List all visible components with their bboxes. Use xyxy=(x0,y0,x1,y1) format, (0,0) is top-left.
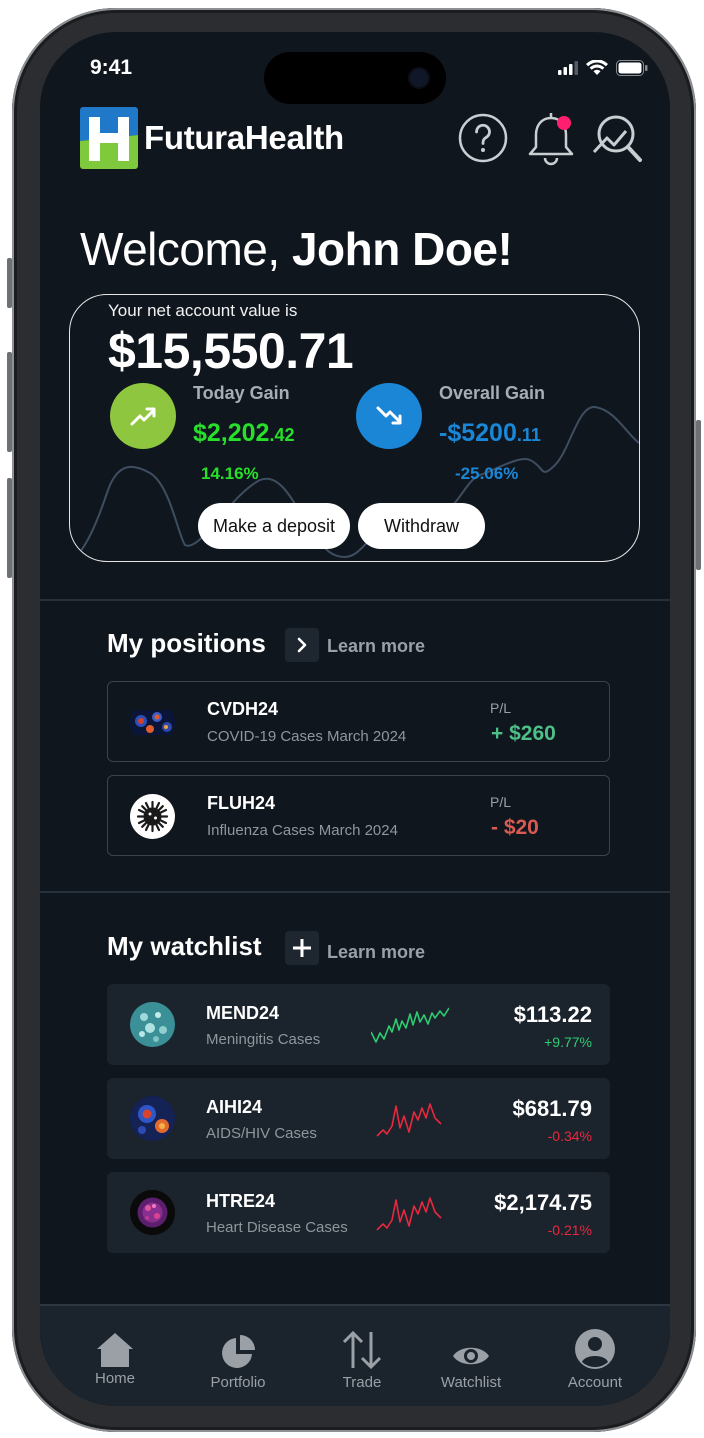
position-pl-label: P/L xyxy=(490,794,512,810)
watch-change: -0.21% xyxy=(547,1222,592,1238)
tab-label: Watchlist xyxy=(440,1374,502,1391)
watch-description: AIDS/HIV Cases xyxy=(206,1125,317,1142)
position-pl-label: P/L xyxy=(490,700,512,716)
net-value-label: Your net account value is xyxy=(108,301,298,320)
position-description: Influenza Cases March 2024 xyxy=(207,822,398,839)
tab-trade[interactable]: Trade xyxy=(317,1330,407,1391)
positions-open-button[interactable] xyxy=(285,628,319,662)
influenza-virus-icon xyxy=(130,794,175,839)
home-icon xyxy=(97,1333,133,1367)
power-button xyxy=(696,420,701,570)
watch-ticker: AIHI24 xyxy=(206,1097,263,1117)
covid-virus-thumbnail xyxy=(130,700,175,745)
tab-label: Trade xyxy=(342,1374,382,1391)
make-deposit-button[interactable]: Make a deposit xyxy=(198,503,350,549)
heart-disease-thumbnail xyxy=(130,1190,175,1235)
arrows-up-down-icon xyxy=(342,1330,382,1370)
signal-icon xyxy=(558,61,578,75)
overall-gain-amount: -$5200.11 xyxy=(439,419,541,448)
tab-watchlist[interactable]: Watchlist xyxy=(426,1330,516,1391)
tab-label: Home xyxy=(94,1370,135,1387)
overall-gain-cents: .11 xyxy=(516,425,541,445)
welcome-user-name: John Doe! xyxy=(291,223,513,275)
status-icons xyxy=(558,60,648,76)
position-card[interactable]: FLUH24 Influenza Cases March 2024 P/L - … xyxy=(107,775,610,856)
overall-gain-percent: -25.06% xyxy=(455,464,519,483)
battery-icon xyxy=(616,60,648,76)
trending-up-icon xyxy=(130,407,156,426)
pie-chart-icon xyxy=(222,1335,255,1368)
watch-price: $2,174.75 xyxy=(494,1190,592,1215)
camera-icon xyxy=(410,69,428,87)
position-pl-value: + $260 xyxy=(491,722,556,745)
tab-label: Account xyxy=(567,1374,623,1391)
positions-title: My positions xyxy=(107,628,266,658)
watchlist-item[interactable]: AIHI24 AIDS/HIV Cases $681.79 -0.34% xyxy=(107,1078,610,1159)
plus-icon xyxy=(293,939,311,957)
position-ticker: CVDH24 xyxy=(207,699,279,719)
account-summary-card: Your net account value is $15,550.71 Tod… xyxy=(69,294,640,562)
today-gain-cents: .42 xyxy=(269,425,295,445)
sparkline-chart xyxy=(376,1103,442,1137)
volume-down-button xyxy=(7,478,12,578)
eye-icon xyxy=(453,1347,489,1365)
futurahealth-logo xyxy=(80,107,138,169)
welcome-heading: Welcome, John Doe! xyxy=(80,222,513,276)
sparkline-chart xyxy=(371,1007,449,1043)
today-gain-title: Today Gain xyxy=(193,383,290,403)
watch-change: +9.77% xyxy=(544,1034,592,1050)
position-ticker: FLUH24 xyxy=(207,793,276,813)
watchlist-learn-more-link[interactable]: Learn more xyxy=(327,942,425,963)
watchlist-add-button[interactable] xyxy=(285,931,319,965)
watchlist-title: My watchlist xyxy=(107,931,262,961)
overall-gain-dollars: -$5200 xyxy=(439,419,517,447)
volume-up-button xyxy=(7,352,12,452)
watch-ticker: MEND24 xyxy=(206,1003,280,1023)
watch-description: Heart Disease Cases xyxy=(206,1219,348,1236)
watch-change: -0.34% xyxy=(547,1128,592,1144)
section-divider xyxy=(40,599,670,601)
overall-gain-badge xyxy=(356,383,422,449)
meningitis-bacteria-thumbnail xyxy=(130,1002,175,1047)
watch-ticker: HTRE24 xyxy=(206,1191,276,1211)
section-divider xyxy=(40,891,670,893)
hiv-virus-thumbnail xyxy=(130,1096,175,1141)
tab-portfolio[interactable]: Portfolio xyxy=(193,1330,283,1391)
positions-learn-more-link[interactable]: Learn more xyxy=(327,636,425,657)
position-card[interactable]: CVDH24 COVID-19 Cases March 2024 P/L + $… xyxy=(107,681,610,762)
status-time: 9:41 xyxy=(90,56,133,79)
today-gain-dollars: $2,202 xyxy=(193,419,270,447)
watch-price: $113.22 xyxy=(513,1002,592,1027)
user-circle-icon xyxy=(575,1329,615,1369)
sparkline-chart xyxy=(376,1197,442,1231)
action-button xyxy=(7,258,12,308)
position-description: COVID-19 Cases March 2024 xyxy=(207,728,407,745)
position-pl-value: - $20 xyxy=(491,816,539,839)
watchlist-item[interactable]: HTRE24 Heart Disease Cases $2,174.75 -0.… xyxy=(107,1172,610,1253)
notifications-icon[interactable] xyxy=(525,110,581,168)
today-gain-percent: 14.16% xyxy=(201,464,259,483)
tab-account[interactable]: Account xyxy=(550,1329,640,1391)
brand[interactable]: FuturaHealth xyxy=(80,107,344,169)
bottom-tab-bar: Home Portfolio Trade Watchlist Account xyxy=(40,1304,670,1406)
watchlist-item[interactable]: MEND24 Meningitis Cases $113.22 +9.77% xyxy=(107,984,610,1065)
today-gain-badge xyxy=(110,383,176,449)
app-screen: 9:41 FuturaHealth Welcome, John Doe! You… xyxy=(40,32,670,1406)
watch-price: $681.79 xyxy=(512,1096,592,1121)
welcome-greeting: Welcome, xyxy=(80,223,280,275)
today-gain-amount: $2,202.42 xyxy=(193,419,295,448)
tab-label: Portfolio xyxy=(210,1374,266,1391)
withdraw-button[interactable]: Withdraw xyxy=(358,503,485,549)
tab-home[interactable]: Home xyxy=(70,1328,160,1387)
help-icon[interactable] xyxy=(457,112,509,164)
brand-name: FuturaHealth xyxy=(144,119,344,156)
search-analytics-icon[interactable] xyxy=(592,112,644,164)
dynamic-island xyxy=(264,52,446,104)
wifi-icon xyxy=(586,60,608,75)
trending-down-icon xyxy=(376,406,402,425)
net-value-amount: $15,550.71 xyxy=(108,323,354,379)
chevron-right-icon xyxy=(297,637,307,653)
overall-gain-title: Overall Gain xyxy=(439,383,546,403)
watch-description: Meningitis Cases xyxy=(206,1031,321,1048)
